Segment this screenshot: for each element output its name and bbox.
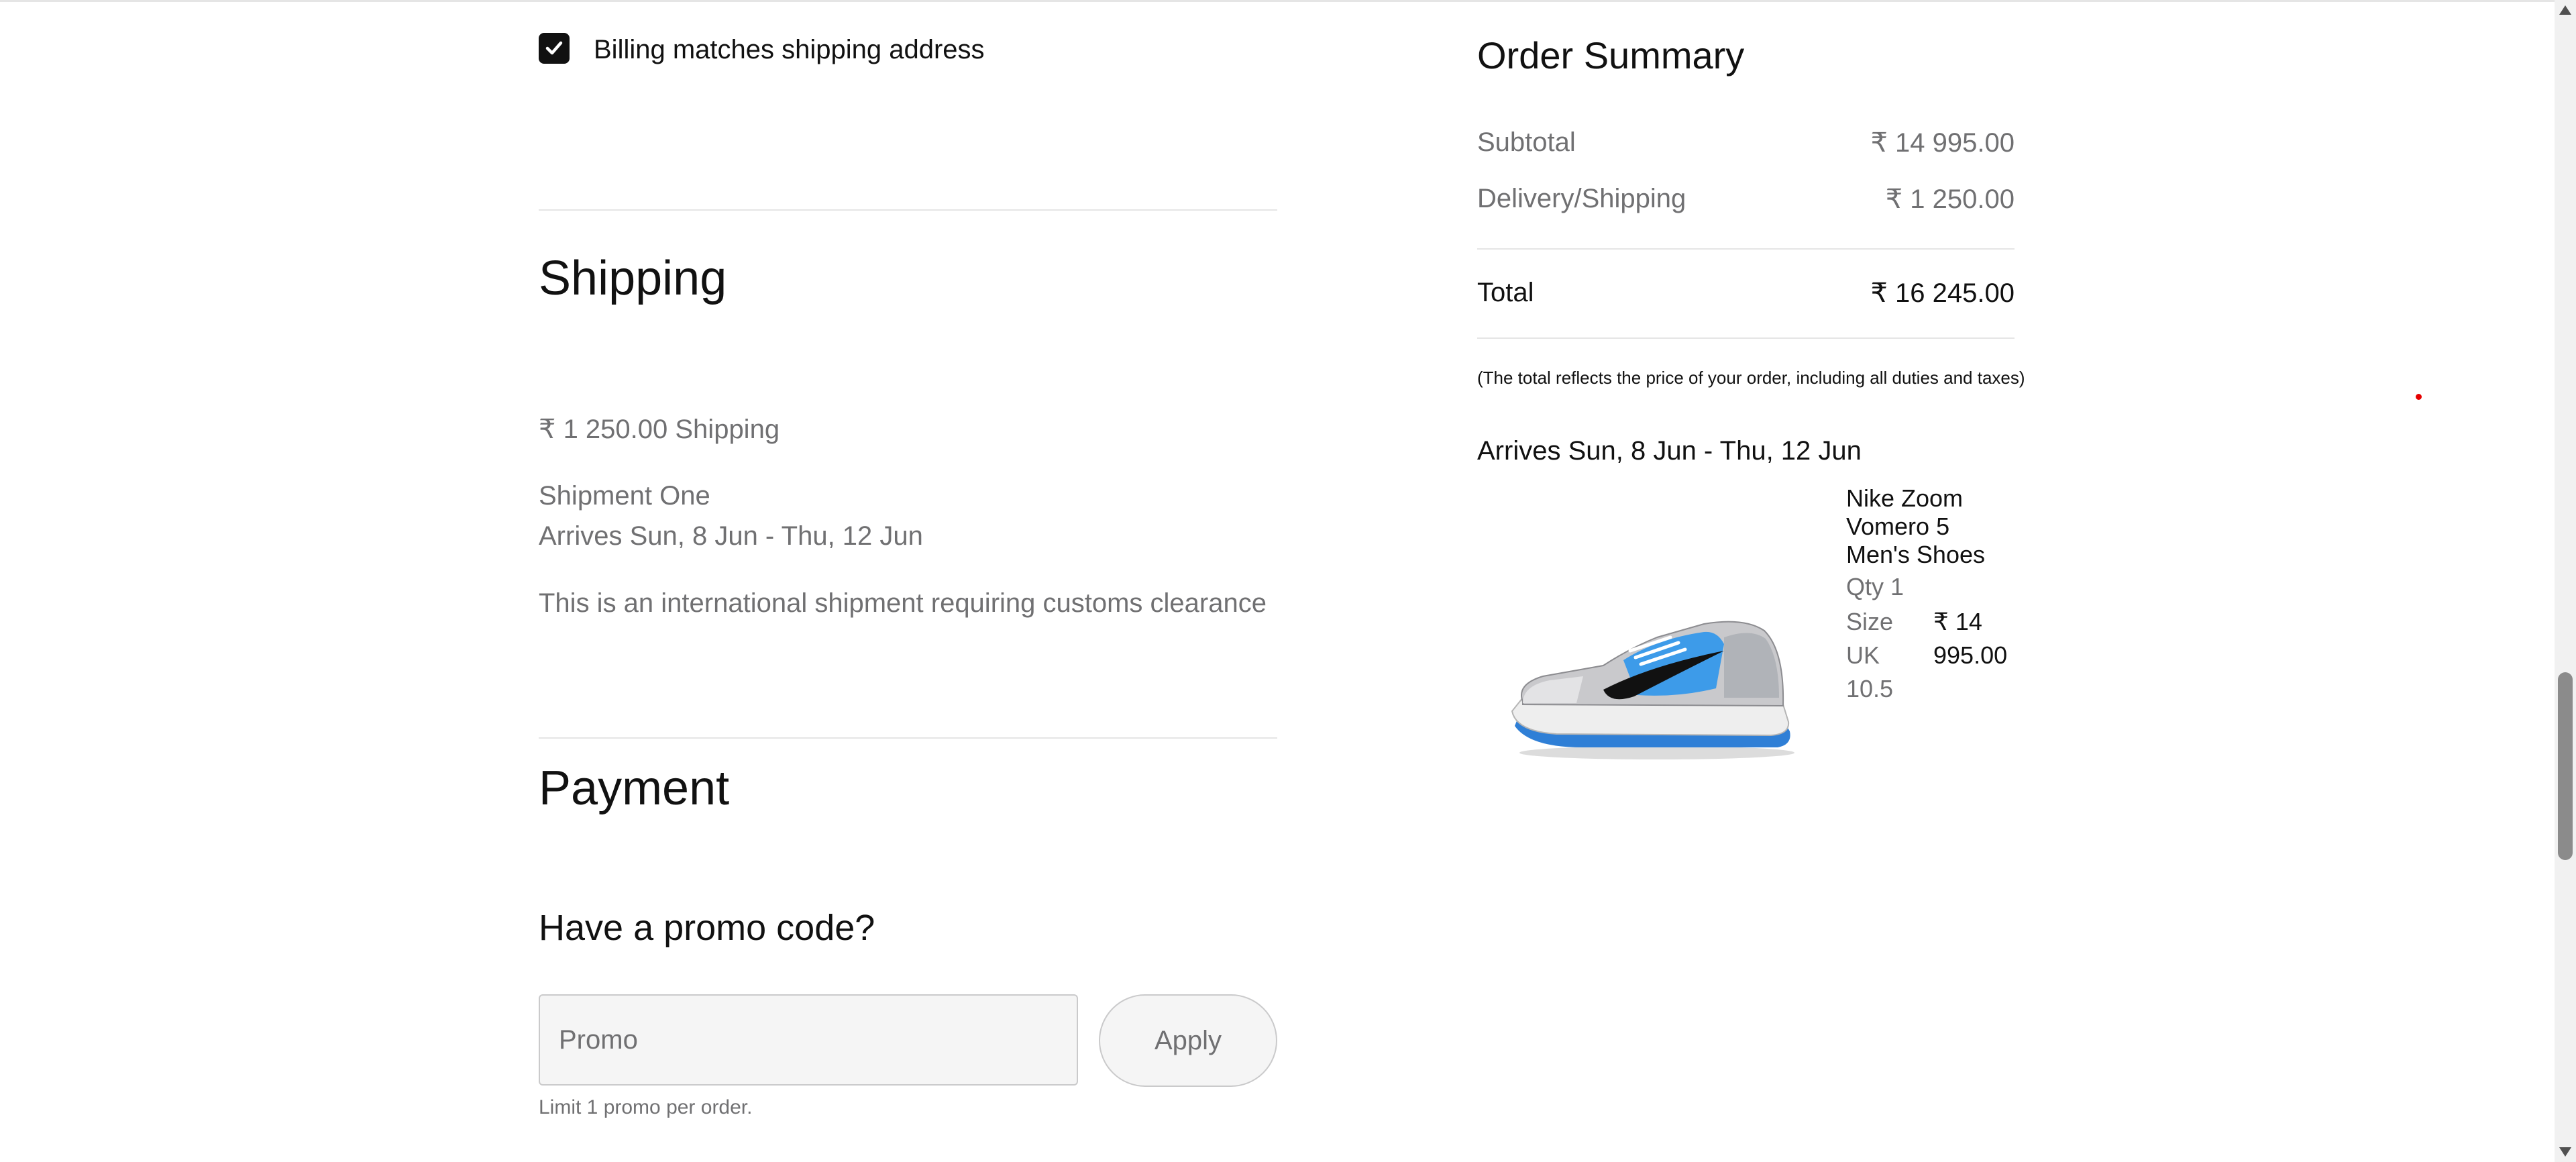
subtotal-row: Subtotal ₹ 14 995.00 <box>1477 127 2015 158</box>
product-qty: Qty 1 <box>1846 573 1904 600</box>
total-label: Total <box>1477 278 1534 307</box>
summary-arrives: Arrives Sun, 8 Jun - Thu, 12 Jun <box>1477 436 1862 466</box>
payment-title: Payment <box>539 761 730 815</box>
scroll-up-arrow-icon[interactable] <box>2559 5 2571 15</box>
shipping-title: Shipping <box>539 252 727 305</box>
billing-matches-label[interactable]: Billing matches shipping address <box>594 35 985 65</box>
section-divider <box>539 209 1277 211</box>
check-icon <box>545 41 563 55</box>
summary-divider <box>1477 337 2015 339</box>
shipment-label: Shipment One <box>539 481 710 511</box>
order-summary-title: Order Summary <box>1477 34 1745 76</box>
promo-input[interactable] <box>539 994 1078 1086</box>
promo-heading: Have a promo code? <box>539 908 875 948</box>
shipping-cost: ₹ 1 250.00 Shipping <box>539 415 780 444</box>
promo-limit-note: Limit 1 promo per order. <box>539 1096 753 1118</box>
shipment-arrives: Arrives Sun, 8 Jun - Thu, 12 Jun <box>539 521 923 551</box>
international-shipment-note: This is an international shipment requir… <box>539 588 1267 618</box>
scrollbar-thumb[interactable] <box>2558 672 2573 860</box>
page-scrollbar[interactable] <box>2555 0 2576 1162</box>
product-size: Size UK 10.5 <box>1846 608 1894 702</box>
subtotal-label: Subtotal <box>1477 127 1576 157</box>
total-note: (The total reflects the price of your or… <box>1477 368 2025 388</box>
delivery-label: Delivery/Shipping <box>1477 184 1686 213</box>
product-price: ₹ 14 995.00 <box>1933 608 2008 669</box>
delivery-row: Delivery/Shipping ₹ 1 250.00 <box>1477 184 2015 215</box>
product-name[interactable]: Nike Zoom Vomero 5 Men's Shoes <box>1846 484 2000 569</box>
total-row: Total ₹ 16 245.00 <box>1477 278 2015 309</box>
total-value: ₹ 16 245.00 <box>1870 278 2015 308</box>
summary-divider <box>1477 248 2015 250</box>
billing-matches-checkbox[interactable] <box>539 33 570 64</box>
cursor-marker <box>2416 394 2422 400</box>
apply-promo-button[interactable]: Apply <box>1099 994 1277 1087</box>
section-divider <box>539 737 1277 739</box>
top-divider <box>0 0 2555 2</box>
delivery-value: ₹ 1 250.00 <box>1885 184 2015 214</box>
sneaker-image <box>1511 621 1794 759</box>
subtotal-value: ₹ 14 995.00 <box>1870 128 2015 158</box>
scroll-down-arrow-icon[interactable] <box>2559 1147 2571 1157</box>
